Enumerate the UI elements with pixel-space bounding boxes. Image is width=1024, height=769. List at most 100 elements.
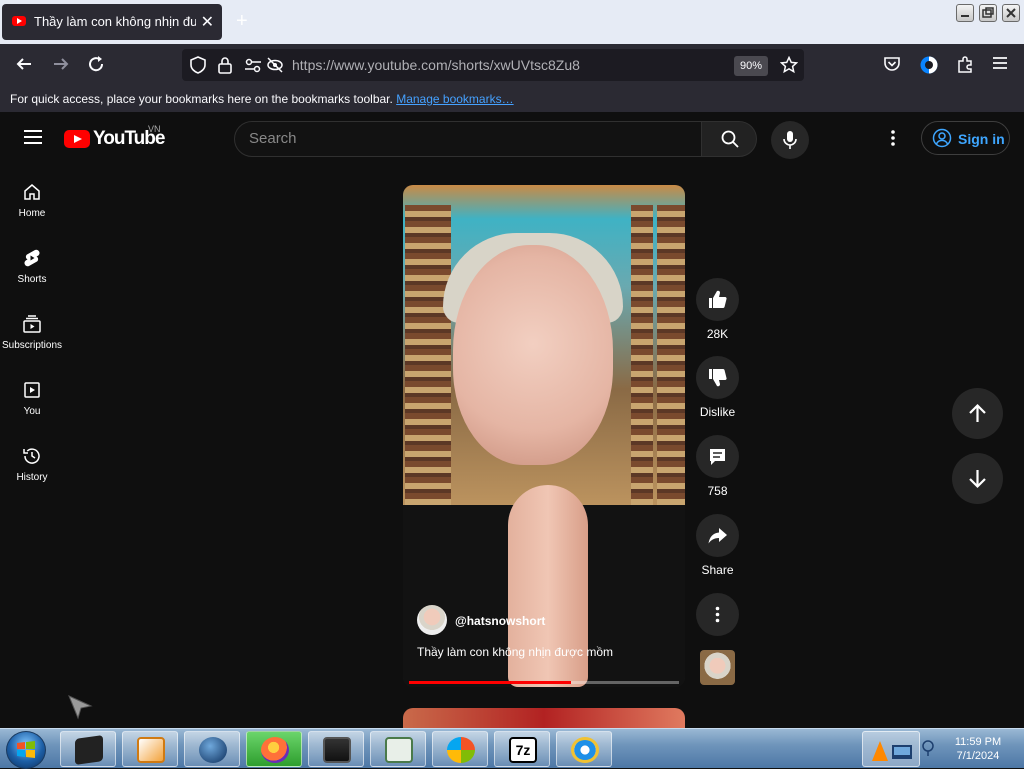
search-button[interactable] <box>701 121 757 157</box>
dislike-button[interactable] <box>696 356 739 399</box>
internet-explorer-icon <box>571 737 599 763</box>
url-text[interactable]: https://www.youtube.com/shorts/xwUVtsc8Z… <box>292 57 580 73</box>
clock-date: 7/1/2024 <box>956 750 1000 762</box>
reload-icon[interactable] <box>87 55 105 76</box>
home-icon <box>24 184 40 200</box>
sidebar-item-home[interactable]: Home <box>0 182 64 219</box>
dislike-label: Dislike <box>699 405 736 419</box>
sidebar-item-shorts[interactable]: Shorts <box>0 248 64 285</box>
comments-button[interactable] <box>696 435 739 478</box>
settings-more-icon[interactable] <box>890 128 896 154</box>
zoom-indicator[interactable]: 90% <box>734 56 768 76</box>
taskbar-app-monitor[interactable] <box>308 731 364 767</box>
7zip-icon: 7z <box>509 737 537 763</box>
search-box[interactable] <box>234 121 702 157</box>
terminal-icon <box>75 735 103 765</box>
windows-logo-icon <box>17 741 35 758</box>
network-icon[interactable] <box>921 739 935 757</box>
sidebar-item-you[interactable]: You <box>0 380 64 417</box>
like-button[interactable] <box>696 278 739 321</box>
manage-bookmarks-link[interactable]: Manage bookmarks… <box>396 92 513 106</box>
taskbar-app-globe[interactable] <box>184 731 240 767</box>
shorts-icon <box>24 249 40 267</box>
restore-button[interactable] <box>979 4 997 22</box>
previous-short-button[interactable] <box>952 388 1003 439</box>
next-short-button[interactable] <box>952 453 1003 504</box>
sidebar-item-history[interactable]: History <box>0 446 64 483</box>
browser-tab-strip: Thầy làm con không nhịn được mồm ✕ + <box>0 0 1024 44</box>
recorder-icon <box>385 737 413 763</box>
video-title[interactable]: Thầy làm con không nhịn được mồm <box>417 645 613 659</box>
tracking-blocked-icon[interactable] <box>266 56 284 77</box>
comment-icon <box>710 449 725 465</box>
channel-name[interactable]: @hatsnowshort <box>455 614 545 628</box>
pocket-icon[interactable] <box>883 55 901 76</box>
channel-avatar[interactable] <box>417 605 447 635</box>
sign-in-label: Sign in <box>958 131 1005 147</box>
next-short-preview[interactable] <box>403 708 685 730</box>
taskbar-app-windows[interactable] <box>432 731 488 767</box>
sign-in-button[interactable]: Sign in <box>921 121 1010 155</box>
voice-search-button[interactable] <box>771 121 809 159</box>
guide-menu-icon[interactable] <box>24 130 42 144</box>
monitor-icon <box>323 737 351 763</box>
like-count: 28K <box>706 327 729 341</box>
minimize-button[interactable] <box>956 4 974 22</box>
share-label: Share <box>701 563 734 577</box>
share-button[interactable] <box>696 514 739 557</box>
new-tab-button[interactable]: + <box>236 10 248 33</box>
you-icon <box>24 382 40 398</box>
comment-count: 758 <box>707 484 728 498</box>
permissions-icon[interactable] <box>244 56 262 77</box>
close-window-button[interactable] <box>1002 4 1020 22</box>
microphone-icon <box>783 131 797 149</box>
video-progress-fill <box>409 681 571 684</box>
taskbar-app-media[interactable] <box>122 731 178 767</box>
windows-taskbar: 7z 11:59 PM 7/1/2024 <box>0 728 1024 769</box>
youtube-favicon-icon <box>12 16 26 26</box>
video-pillar <box>657 205 685 525</box>
url-bar[interactable]: https://www.youtube.com/shorts/xwUVtsc8Z… <box>182 49 804 81</box>
shield-icon[interactable] <box>190 56 206 77</box>
system-tray[interactable] <box>862 731 920 767</box>
thumbs-down-icon <box>709 368 727 387</box>
browser-tab[interactable]: Thầy làm con không nhịn được mồm ✕ <box>2 4 222 40</box>
video-pillar <box>631 205 653 525</box>
country-code: VN <box>148 124 161 134</box>
taskbar-clock[interactable]: 11:59 PM 7/1/2024 <box>938 735 1018 763</box>
back-arrow-icon[interactable] <box>15 55 33 76</box>
search-icon <box>721 130 739 148</box>
youtube-header: YouTube VN Sign in <box>0 112 1024 168</box>
share-arrow-icon <box>708 528 727 544</box>
start-button[interactable] <box>6 731 46 769</box>
bookmarks-toolbar: For quick access, place your bookmarks h… <box>0 86 1024 112</box>
taskbar-app-ie[interactable] <box>556 731 612 767</box>
sidebar-item-label: You <box>23 406 41 417</box>
search-input[interactable] <box>249 130 669 147</box>
firefox-icon <box>261 737 289 763</box>
subscriptions-icon <box>23 315 41 333</box>
tab-close-icon[interactable]: ✕ <box>201 12 214 32</box>
more-vert-icon <box>715 606 720 623</box>
taskbar-app-firefox[interactable] <box>246 731 302 767</box>
sidebar-item-subscriptions[interactable]: Subscriptions <box>0 314 64 351</box>
video-progress-bar[interactable] <box>409 681 679 684</box>
app-menu-icon[interactable] <box>992 55 1008 74</box>
clock-time: 11:59 PM <box>954 736 1002 748</box>
sidebar-item-label: Shorts <box>17 274 47 285</box>
taskbar-app-terminal[interactable] <box>60 731 116 767</box>
extensions-puzzle-icon[interactable] <box>956 55 974 76</box>
taskbar-app-recorder[interactable] <box>370 731 426 767</box>
extension-contrast-icon[interactable] <box>919 55 939 78</box>
lock-icon[interactable] <box>218 56 232 77</box>
forward-arrow-icon[interactable] <box>52 55 70 76</box>
arrow-down-icon <box>969 470 986 489</box>
sidebar-item-label: Home <box>18 208 46 219</box>
sound-thumbnail[interactable] <box>700 650 735 685</box>
windows-orb-icon <box>447 737 475 763</box>
more-actions-button[interactable] <box>696 593 739 636</box>
mouse-cursor-icon <box>66 694 94 727</box>
taskbar-app-7zip[interactable]: 7z <box>494 731 550 767</box>
short-video-player[interactable]: @hatsnowshort Thầy làm con không nhịn đư… <box>403 185 685 687</box>
bookmark-star-icon[interactable] <box>779 55 799 77</box>
